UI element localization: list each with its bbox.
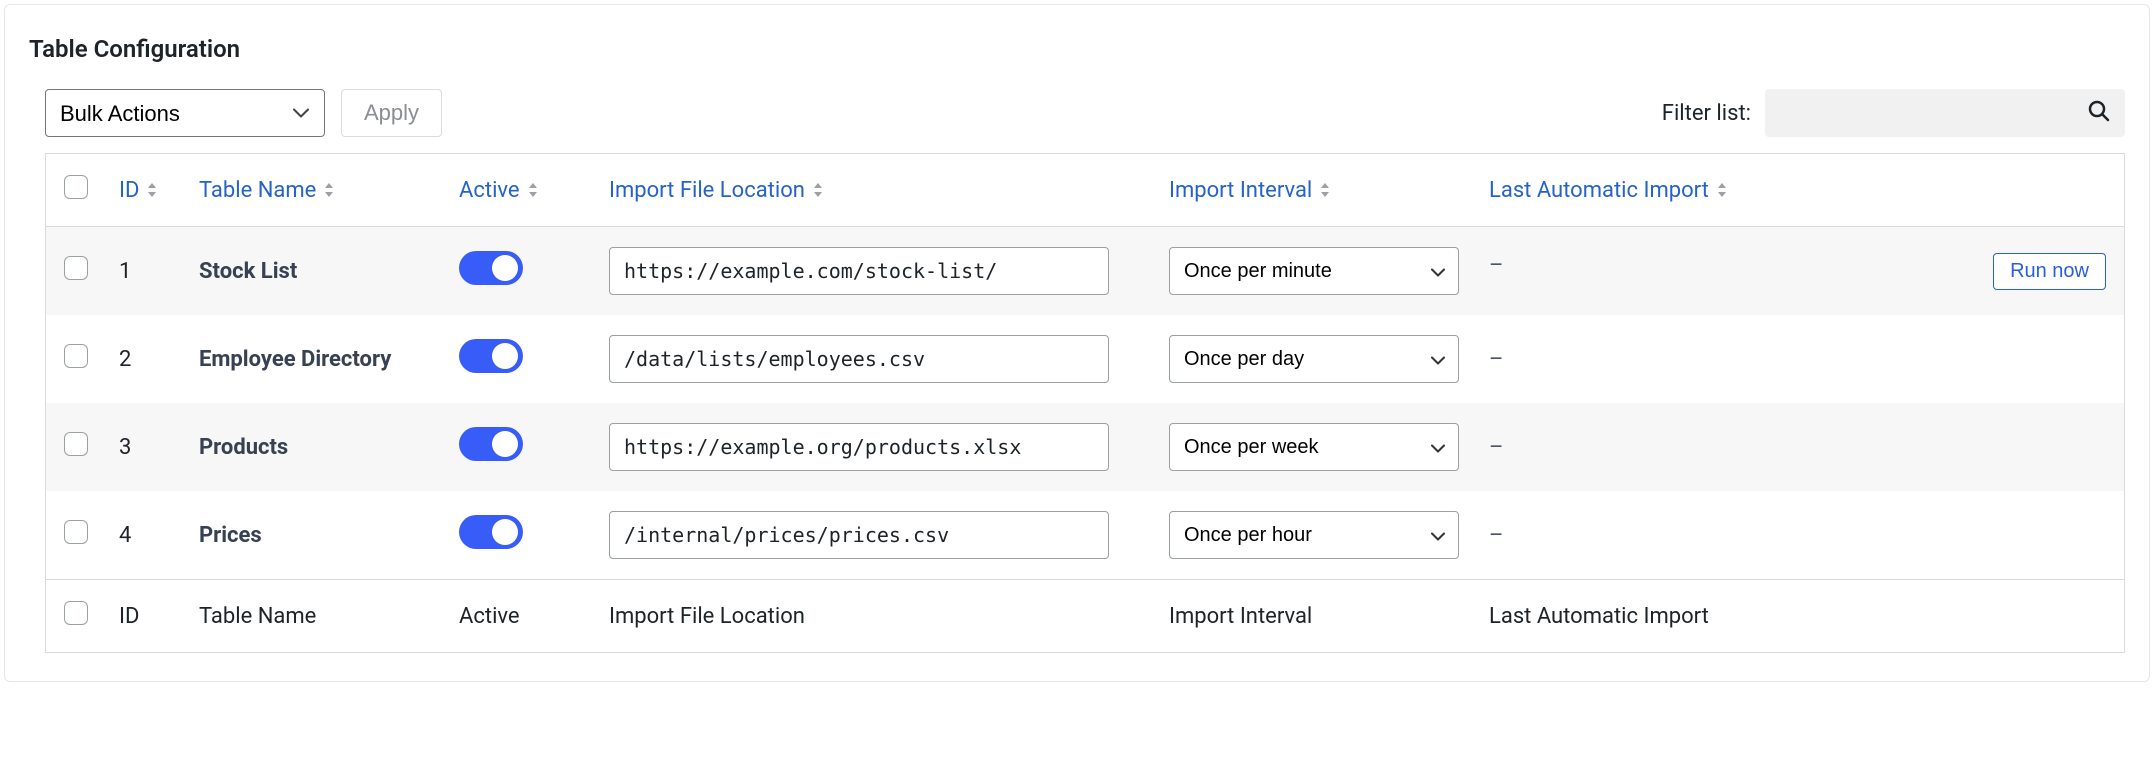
active-toggle[interactable] — [459, 427, 523, 461]
import-interval-select[interactable]: Once per hour — [1169, 511, 1459, 559]
table-row: 2 Employee Directory Once per day – — [46, 315, 2125, 403]
active-toggle[interactable] — [459, 339, 523, 373]
row-table-name: Employee Directory — [185, 315, 445, 403]
table-row: 3 Products Once per week – — [46, 403, 2125, 491]
select-all-checkbox[interactable] — [64, 175, 88, 199]
import-file-location-input[interactable] — [609, 423, 1109, 471]
row-id: 1 — [105, 227, 185, 316]
row-checkbox[interactable] — [64, 256, 88, 280]
bulk-actions-wrap: Bulk Actions — [45, 89, 325, 137]
sort-last-import[interactable]: Last Automatic Import — [1489, 178, 1727, 203]
sort-icon — [147, 183, 157, 197]
last-automatic-import-value: – — [1489, 435, 1503, 460]
import-interval-select[interactable]: Once per minute — [1169, 247, 1459, 295]
column-active-label: Active — [459, 178, 520, 203]
row-id: 3 — [105, 403, 185, 491]
toolbar: Bulk Actions Apply Filter list: — [45, 89, 2125, 137]
interval-wrap: Once per minute — [1169, 247, 1459, 295]
sort-icon — [813, 183, 823, 197]
footer-name-label: Table Name — [185, 580, 445, 653]
active-toggle[interactable] — [459, 515, 523, 549]
toggle-knob — [492, 255, 518, 281]
row-checkbox[interactable] — [64, 520, 88, 544]
footer-active-label: Active — [445, 580, 595, 653]
row-table-name: Stock List — [185, 227, 445, 316]
footer-last-label: Last Automatic Import — [1475, 580, 2125, 653]
column-name-label: Table Name — [199, 178, 316, 203]
sort-icon — [1320, 183, 1330, 197]
run-now-button[interactable]: Run now — [1993, 253, 2106, 290]
row-table-name: Products — [185, 403, 445, 491]
column-id-label: ID — [119, 178, 139, 203]
last-automatic-import-value: – — [1489, 523, 1503, 548]
sort-id[interactable]: ID — [119, 178, 157, 203]
column-location-label: Import File Location — [609, 178, 805, 203]
footer-id-label: ID — [105, 580, 185, 653]
filter-wrap — [1765, 89, 2125, 137]
active-toggle[interactable] — [459, 251, 523, 285]
table-row: 1 Stock List Once per minute – Run now — [46, 227, 2125, 316]
import-file-location-input[interactable] — [609, 335, 1109, 383]
import-interval-select[interactable]: Once per day — [1169, 335, 1459, 383]
sort-icon — [324, 183, 334, 197]
sort-location[interactable]: Import File Location — [609, 178, 823, 203]
select-all-checkbox-footer[interactable] — [64, 601, 88, 625]
row-table-name: Prices — [185, 491, 445, 580]
sort-table-name[interactable]: Table Name — [199, 178, 334, 203]
toggle-knob — [492, 519, 518, 545]
import-file-location-input[interactable] — [609, 247, 1109, 295]
bulk-actions-select[interactable]: Bulk Actions — [45, 89, 325, 137]
column-interval-label: Import Interval — [1169, 178, 1312, 203]
sort-interval[interactable]: Import Interval — [1169, 178, 1330, 203]
panel-title: Table Configuration — [29, 35, 2125, 63]
footer-interval-label: Import Interval — [1155, 580, 1475, 653]
import-file-location-input[interactable] — [609, 511, 1109, 559]
sort-icon — [1717, 183, 1727, 197]
filter-list-label: Filter list: — [1662, 101, 1751, 126]
row-checkbox[interactable] — [64, 432, 88, 456]
footer-location-label: Import File Location — [595, 580, 1155, 653]
row-checkbox[interactable] — [64, 344, 88, 368]
row-id: 2 — [105, 315, 185, 403]
column-last-label: Last Automatic Import — [1489, 178, 1709, 203]
table-configuration-panel: Table Configuration Bulk Actions Apply F… — [4, 4, 2150, 682]
toggle-knob — [492, 343, 518, 369]
search-icon — [2087, 99, 2111, 127]
interval-wrap: Once per hour — [1169, 511, 1459, 559]
import-interval-select[interactable]: Once per week — [1169, 423, 1459, 471]
sort-icon — [528, 183, 538, 197]
last-automatic-import-value: – — [1489, 253, 1503, 278]
table-row: 4 Prices Once per hour – — [46, 491, 2125, 580]
apply-button[interactable]: Apply — [341, 89, 442, 137]
row-id: 4 — [105, 491, 185, 580]
filter-input[interactable] — [1765, 89, 2125, 137]
interval-wrap: Once per week — [1169, 423, 1459, 471]
toggle-knob — [492, 431, 518, 457]
sort-active[interactable]: Active — [459, 178, 538, 203]
config-table: ID Table Name Active Import File Locatio… — [45, 153, 2125, 653]
last-automatic-import-value: – — [1489, 347, 1503, 372]
interval-wrap: Once per day — [1169, 335, 1459, 383]
